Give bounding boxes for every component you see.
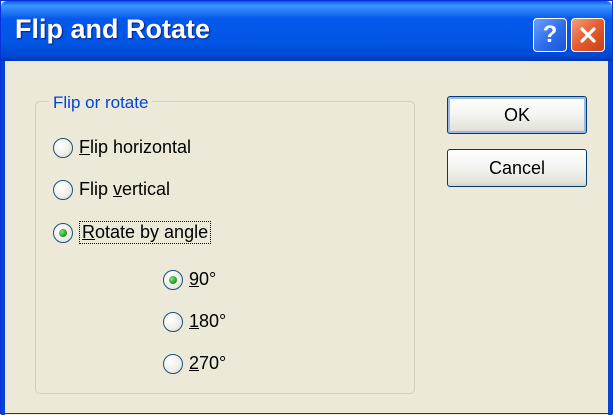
flip-vertical-radio[interactable]: [53, 179, 73, 200]
flip-horizontal-label: Flip horizontal: [79, 137, 192, 157]
window-border-left: [1, 61, 5, 415]
angle-180-option[interactable]: 180°: [163, 311, 226, 332]
flip-vertical-option[interactable]: Flip vertical: [53, 179, 170, 200]
flip-horizontal-option[interactable]: Flip horizontal: [53, 137, 191, 158]
angle-180-radio[interactable]: [163, 311, 183, 332]
help-button[interactable]: ?: [533, 18, 567, 52]
flip-horizontal-radio[interactable]: [53, 137, 73, 158]
close-button[interactable]: [571, 18, 605, 52]
flip-rotate-dialog: Flip and Rotate ? Flip or rotate Flip ho…: [0, 0, 613, 415]
dialog-title: Flip and Rotate: [15, 14, 210, 44]
close-icon: [580, 27, 596, 43]
angle-270-radio[interactable]: [163, 353, 183, 374]
window-border-right: [608, 61, 612, 415]
help-icon: ?: [542, 21, 558, 48]
rotate-by-angle-radio[interactable]: [53, 222, 73, 243]
ok-button[interactable]: OK: [447, 96, 587, 134]
rotate-by-angle-option[interactable]: Rotate by angle: [53, 221, 212, 244]
angle-270-label: 270°: [189, 353, 227, 373]
groupbox-legend: Flip or rotate: [49, 93, 153, 113]
angle-90-option[interactable]: 90°: [163, 269, 216, 290]
angle-270-option[interactable]: 270°: [163, 353, 226, 374]
angle-90-label: 90°: [189, 269, 217, 289]
title-bar[interactable]: Flip and Rotate ?: [1, 1, 612, 61]
angle-90-radio[interactable]: [163, 269, 183, 290]
angle-180-label: 180°: [189, 311, 227, 331]
cancel-button[interactable]: Cancel: [447, 149, 587, 187]
flip-vertical-label: Flip vertical: [79, 179, 171, 199]
rotate-by-angle-label: Rotate by angle: [79, 221, 212, 244]
